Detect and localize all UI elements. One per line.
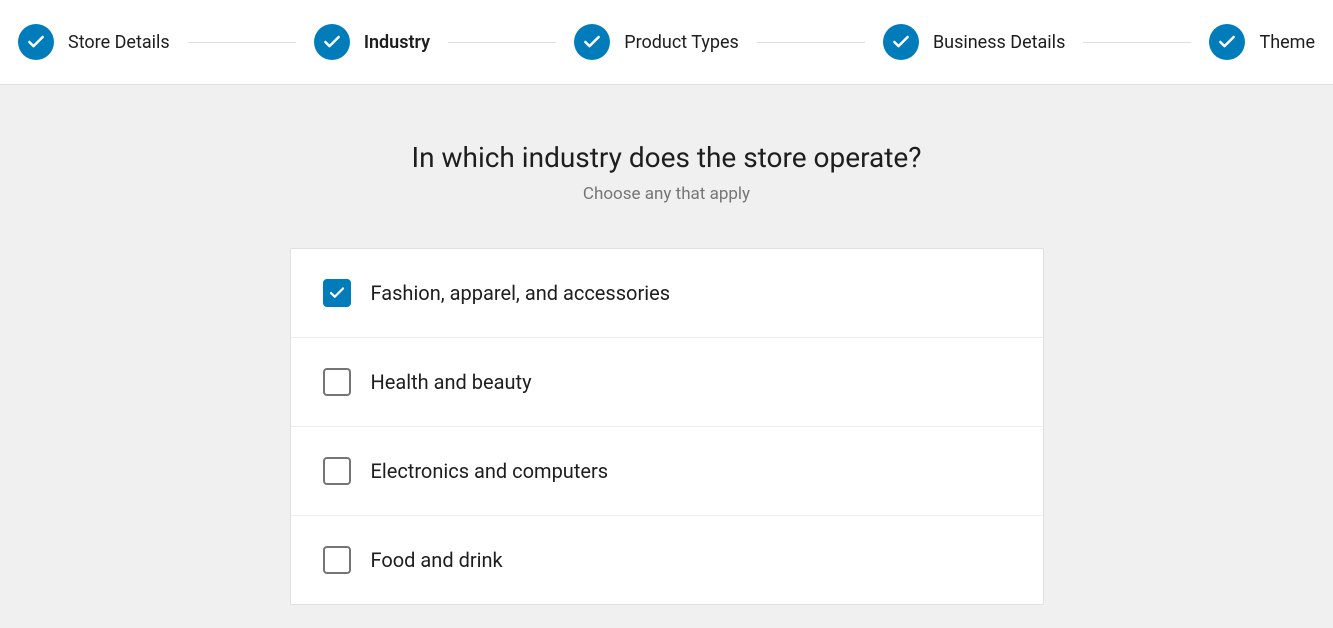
checkbox-icon[interactable] [323, 546, 351, 574]
step-label: Store Details [68, 32, 170, 53]
main-content: In which industry does the store operate… [0, 85, 1333, 605]
checkbox-icon[interactable] [323, 279, 351, 307]
step-product-types[interactable]: Product Types [574, 24, 739, 60]
option-label: Health and beauty [371, 370, 532, 394]
option-food-drink[interactable]: Food and drink [291, 516, 1043, 604]
step-label: Industry [364, 32, 430, 53]
option-health-beauty[interactable]: Health and beauty [291, 338, 1043, 427]
step-label: Business Details [933, 32, 1065, 53]
step-label: Theme [1259, 32, 1315, 53]
option-fashion[interactable]: Fashion, apparel, and accessories [291, 249, 1043, 338]
option-label: Fashion, apparel, and accessories [371, 281, 671, 305]
checkbox-icon[interactable] [323, 457, 351, 485]
step-connector [448, 42, 556, 43]
step-industry[interactable]: Industry [314, 24, 430, 60]
wizard-stepper: Store Details Industry Product Types Bus… [0, 0, 1333, 85]
checkbox-icon[interactable] [323, 368, 351, 396]
option-label: Food and drink [371, 548, 503, 572]
check-icon [18, 24, 54, 60]
option-label: Electronics and computers [371, 459, 609, 483]
step-store-details[interactable]: Store Details [18, 24, 170, 60]
step-business-details[interactable]: Business Details [883, 24, 1065, 60]
step-connector [757, 42, 865, 43]
step-theme[interactable]: Theme [1209, 24, 1315, 60]
check-icon [883, 24, 919, 60]
step-label: Product Types [624, 32, 739, 53]
industry-options: Fashion, apparel, and accessories Health… [290, 248, 1044, 605]
step-connector [188, 42, 296, 43]
check-icon [1209, 24, 1245, 60]
check-icon [314, 24, 350, 60]
check-icon [574, 24, 610, 60]
step-connector [1083, 42, 1191, 43]
page-subheading: Choose any that apply [0, 184, 1333, 204]
option-electronics[interactable]: Electronics and computers [291, 427, 1043, 516]
page-heading: In which industry does the store operate… [0, 141, 1333, 174]
